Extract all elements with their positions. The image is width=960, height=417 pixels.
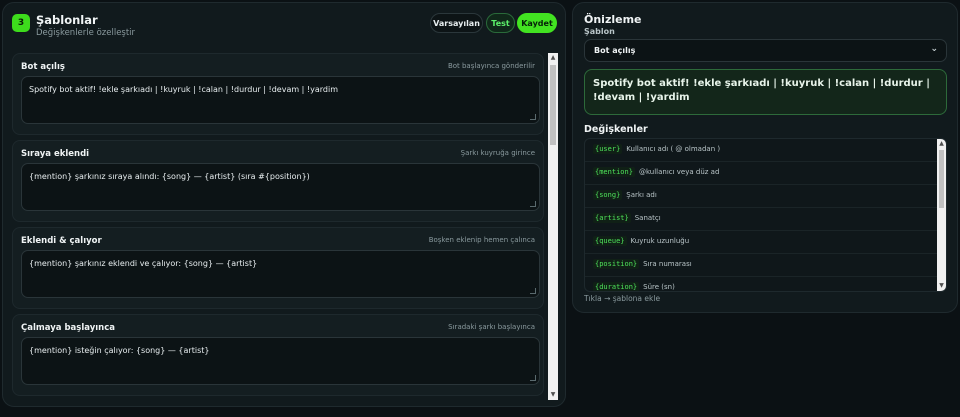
variable-code: {artist} xyxy=(593,213,631,223)
variable-item-song[interactable]: {song} Şarkı adı xyxy=(585,185,938,208)
variable-code: {position} xyxy=(593,259,640,269)
preview-message: Spotify bot aktif! !ekle şarkıadı | !kuy… xyxy=(584,69,947,115)
variables-title: Değişkenler xyxy=(584,124,648,135)
variable-item-artist[interactable]: {artist} Sanatçı xyxy=(585,208,938,231)
variable-code: {queue} xyxy=(593,236,627,246)
panel-title: Şablonlar xyxy=(36,13,98,27)
variables-scrollbar[interactable]: ▲ ▼ xyxy=(937,139,946,291)
variable-desc: Şarkı adı xyxy=(626,191,657,199)
template-card-hint: Boşken eklenip hemen çalınca xyxy=(428,236,535,244)
variable-desc: Kullanıcı adı ( @ olmadan ) xyxy=(626,145,721,153)
scroll-down-arrow-icon[interactable]: ▼ xyxy=(548,390,558,400)
scroll-up-arrow-icon[interactable]: ▲ xyxy=(548,53,558,63)
preview-panel: Önizleme Şablon Bot açılış ⌄ Spotify bot… xyxy=(572,2,958,313)
template-card-queued: Sıraya eklendi Şarkı kuyruğa girince {me… xyxy=(12,140,544,222)
template-textarea[interactable]: Spotify bot aktif! !ekle şarkıadı | !kuy… xyxy=(21,76,540,124)
template-card-now-playing: Çalmaya başlayınca Sıradaki şarkı başlay… xyxy=(12,314,544,396)
preview-title: Önizleme xyxy=(584,13,642,26)
template-card-hint: Şarkı kuyruğa girince xyxy=(460,149,535,157)
template-card-hint: Sıradaki şarkı başlayınca xyxy=(448,323,535,331)
template-textarea[interactable]: {mention} şarkınız eklendi ve çalıyor: {… xyxy=(21,250,540,298)
template-textarea[interactable]: {mention} şarkınız sıraya alındı: {song}… xyxy=(21,163,540,211)
template-select-value: Bot açılış xyxy=(594,46,636,55)
variable-item-mention[interactable]: {mention} @kullanıcı veya düz ad xyxy=(585,162,938,185)
variable-desc: Kuyruk uzunluğu xyxy=(630,237,690,245)
variable-code: {user} xyxy=(593,144,623,154)
scrollbar-thumb[interactable] xyxy=(550,65,556,145)
templates-panel: 3 Şablonlar Değişkenlerle özelleştir Var… xyxy=(2,2,566,407)
variables-hint: Tıkla → şablona ekle xyxy=(584,294,661,303)
scroll-up-arrow-icon[interactable]: ▲ xyxy=(937,139,946,149)
variable-desc: @kullanıcı veya düz ad xyxy=(638,168,720,176)
variable-desc: Sıra numarası xyxy=(643,260,692,268)
variable-desc: Süre (sn) xyxy=(643,283,675,291)
template-card-added-playing: Eklendi & çalıyor Boşken eklenip hemen ç… xyxy=(12,227,544,309)
template-card-hint: Bot başlayınca gönderilir xyxy=(447,62,535,70)
step-badge: 3 xyxy=(12,14,30,32)
chevron-down-icon: ⌄ xyxy=(930,44,938,54)
panel-subtitle: Değişkenlerle özelleştir xyxy=(36,28,136,38)
variable-code: {song} xyxy=(593,190,623,200)
variable-item-duration[interactable]: {duration} Süre (sn) xyxy=(585,277,938,291)
save-button[interactable]: Kaydet xyxy=(517,13,557,33)
template-card-title: Eklendi & çalıyor xyxy=(21,236,102,246)
scroll-down-arrow-icon[interactable]: ▼ xyxy=(937,281,946,291)
template-select[interactable]: Bot açılış ⌄ xyxy=(584,39,947,62)
variable-item-user[interactable]: {user} Kullanıcı adı ( @ olmadan ) xyxy=(585,139,938,162)
variable-item-queue[interactable]: {queue} Kuyruk uzunluğu xyxy=(585,231,938,254)
template-select-label: Şablon xyxy=(584,27,615,36)
variable-item-position[interactable]: {position} Sıra numarası xyxy=(585,254,938,277)
variable-code: {mention} xyxy=(593,167,635,177)
template-card-title: Çalmaya başlayınca xyxy=(21,323,116,333)
variable-code: {duration} xyxy=(593,282,640,291)
scrollbar-thumb[interactable] xyxy=(939,150,944,208)
variable-desc: Sanatçı xyxy=(634,214,661,222)
template-card-bot-open: Bot açılış Bot başlayınca gönderilir Spo… xyxy=(12,53,544,135)
template-card-title: Bot açılış xyxy=(21,62,65,72)
variables-list[interactable]: {user} Kullanıcı adı ( @ olmadan ) {menti… xyxy=(584,138,947,292)
templates-scroll-area[interactable]: Bot açılış Bot başlayınca gönderilir Spo… xyxy=(12,53,558,400)
template-card-title: Sıraya eklendi xyxy=(21,149,90,159)
template-textarea[interactable]: {mention} isteğin çalıyor: {song} — {art… xyxy=(21,337,540,385)
defaults-button[interactable]: Varsayılan xyxy=(430,13,483,33)
test-button[interactable]: Test xyxy=(486,13,515,33)
templates-scrollbar[interactable]: ▲ ▼ xyxy=(548,53,558,400)
